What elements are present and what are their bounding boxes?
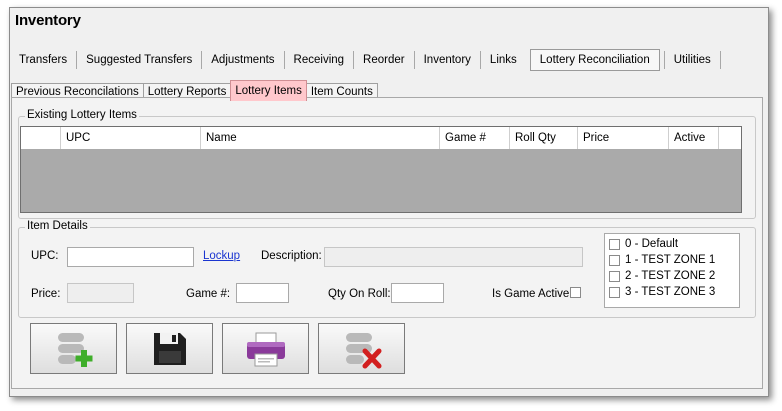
zone-checkbox[interactable]: [609, 254, 620, 266]
delete-button[interactable]: [318, 323, 405, 374]
zone-checkbox[interactable]: [609, 238, 620, 250]
column-header-price[interactable]: Price: [578, 127, 669, 149]
add-item-button[interactable]: [30, 323, 117, 374]
add-item-icon: [57, 332, 92, 367]
lottery-items-grid[interactable]: UPC Name Game # Roll Qty Price Active: [20, 126, 742, 213]
is-game-active-label: Is Game Active: [492, 288, 570, 300]
is-game-active-checkbox[interactable]: [570, 287, 581, 298]
price-input[interactable]: [67, 283, 134, 303]
tab-receiving[interactable]: Receiving: [285, 51, 355, 69]
upc-label: UPC:: [31, 250, 59, 262]
lookup-link[interactable]: Lockup: [203, 250, 240, 262]
column-header-roll-qty[interactable]: Roll Qty: [510, 127, 578, 149]
description-input[interactable]: [324, 247, 583, 267]
item-details-label: Item Details: [25, 220, 90, 232]
column-header-name[interactable]: Name: [201, 127, 440, 149]
zone-label: 2 - TEST ZONE 2: [625, 270, 716, 282]
tab-lottery-reconciliation[interactable]: Lottery Reconciliation: [529, 49, 660, 71]
zone-item[interactable]: 0 - Default: [609, 236, 735, 252]
zone-label: 3 - TEST ZONE 3: [625, 286, 716, 298]
zone-list: 0 - Default 1 - TEST ZONE 1 2 - TEST ZON…: [604, 233, 740, 308]
window-title: Inventory: [15, 12, 81, 29]
tab-transfers[interactable]: Transfers: [15, 51, 78, 69]
description-label: Description:: [261, 250, 322, 262]
column-header-active[interactable]: Active: [669, 127, 719, 149]
grid-row-header-corner: [21, 127, 61, 149]
zone-checkbox[interactable]: [609, 270, 620, 282]
price-label: Price:: [31, 288, 61, 300]
zone-item[interactable]: 1 - TEST ZONE 1: [609, 252, 735, 268]
print-button[interactable]: [222, 323, 309, 374]
qty-on-roll-label: Qty On Roll:: [328, 288, 391, 300]
delete-item-icon: [345, 332, 381, 368]
qty-on-roll-input[interactable]: [391, 283, 444, 303]
subtab-lottery-items[interactable]: Lottery Items: [230, 80, 307, 101]
upc-input[interactable]: [67, 247, 194, 267]
tab-adjustments[interactable]: Adjustments: [202, 51, 285, 69]
game-number-input[interactable]: [236, 283, 289, 303]
tab-suggested-transfers[interactable]: Suggested Transfers: [77, 51, 203, 69]
zone-checkbox[interactable]: [609, 286, 620, 298]
tab-inventory[interactable]: Inventory: [415, 51, 481, 69]
main-tab-bar: Transfers Suggested Transfers Adjustment…: [15, 49, 721, 71]
existing-items-label: Existing Lottery Items: [25, 109, 139, 121]
save-disk-icon: [153, 332, 186, 365]
tab-utilities[interactable]: Utilities: [663, 51, 721, 69]
printer-icon: [246, 332, 285, 366]
save-button[interactable]: [126, 323, 213, 374]
grid-header: UPC Name Game # Roll Qty Price Active: [21, 127, 741, 149]
zone-item[interactable]: 3 - TEST ZONE 3: [609, 284, 735, 300]
tab-links[interactable]: Links: [481, 51, 526, 69]
zone-label: 1 - TEST ZONE 1: [625, 254, 716, 266]
game-number-label: Game #:: [186, 288, 231, 300]
tab-reorder[interactable]: Reorder: [354, 51, 415, 69]
column-header-game[interactable]: Game #: [440, 127, 510, 149]
zone-item[interactable]: 2 - TEST ZONE 2: [609, 268, 735, 284]
zone-label: 0 - Default: [625, 238, 679, 250]
column-header-upc[interactable]: UPC: [61, 127, 201, 149]
